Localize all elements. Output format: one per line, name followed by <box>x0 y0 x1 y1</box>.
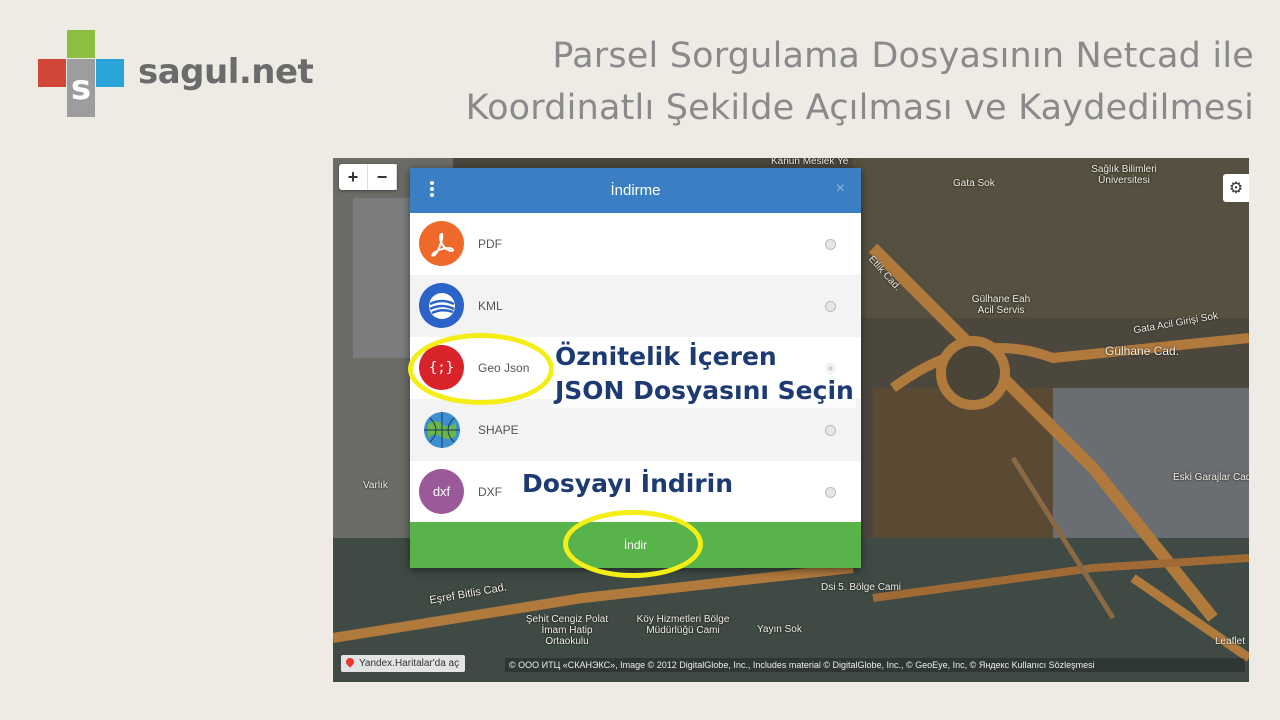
map-label: Köy Hizmetleri Bölge Müdürlüğü Cami <box>636 614 730 636</box>
format-radio[interactable] <box>825 301 836 312</box>
map-label: Gata Sok <box>953 178 995 189</box>
format-label: PDF <box>478 237 502 251</box>
map-label: Varlık <box>363 480 388 491</box>
annotation-select-json: Öznitelik İçeren JSON Dosyasını Seçin <box>553 340 856 408</box>
close-icon[interactable]: × <box>836 180 845 198</box>
logo-square-red <box>38 59 66 87</box>
logo-square-green <box>67 30 95 58</box>
annotation-line-1: Öznitelik İçeren <box>555 342 777 371</box>
title-line-1: Parsel Sorgulama Dosyasının Netcad ile <box>552 36 1254 76</box>
yandex-maps-link[interactable]: Yandex.Haritalar'da aç <box>341 655 466 672</box>
highlight-geojson-ellipse <box>408 333 554 405</box>
dialog-title: İndirme <box>610 182 661 199</box>
dialog-header: İndirme × <box>410 168 861 213</box>
format-option-kml[interactable]: KML <box>410 275 861 337</box>
annotation-line-2: JSON Dosyasını Seçin <box>555 376 854 405</box>
globe-icon <box>419 283 464 328</box>
settings-button[interactable]: ⚙ <box>1223 174 1249 202</box>
zoom-out-button[interactable]: − <box>368 164 397 190</box>
format-label: KML <box>478 299 503 313</box>
sagul-logo: s <box>38 30 124 118</box>
map-label: Eski Garajlar Cad. <box>1173 472 1249 483</box>
map-label: Yayın Sok <box>757 624 802 635</box>
map-label: Dsi 5. Bölge Cami <box>821 582 902 593</box>
shape-globe-icon <box>419 407 464 452</box>
format-option-shape[interactable]: SHAPE <box>410 399 861 461</box>
dxf-icon: dxf <box>419 469 464 514</box>
map-label: Şehit Cengiz Polat İmam Hatip Ortaokulu <box>525 614 609 647</box>
brand-name: sagul.net <box>138 52 314 92</box>
zoom-control: + − <box>339 164 397 190</box>
annotation-download-file: Dosyayı İndirin <box>520 467 736 501</box>
map-pin-icon <box>344 656 356 668</box>
gear-icon: ⚙ <box>1228 180 1244 197</box>
map-label: Leaflet <box>1215 636 1246 647</box>
format-radio[interactable] <box>825 487 836 498</box>
zoom-in-button[interactable]: + <box>339 164 368 190</box>
map-copyright: © ООО ИТЦ «СКАНЭКС», Image © 2012 Digita… <box>505 658 1245 672</box>
highlight-download-ellipse <box>563 510 703 578</box>
logo-square-blue <box>96 59 124 87</box>
pdf-icon <box>419 221 464 266</box>
yandex-link-label: Yandex.Haritalar'da aç <box>359 658 460 669</box>
format-label: SHAPE <box>478 423 519 437</box>
format-radio[interactable] <box>825 239 836 250</box>
format-option-pdf[interactable]: PDF <box>410 213 861 275</box>
format-label: DXF <box>478 485 502 499</box>
format-radio[interactable] <box>825 425 836 436</box>
map-label: Gülhane Eah Acil Servis <box>971 294 1031 316</box>
logo-letter: s <box>67 59 95 117</box>
slide-title: Parsel Sorgulama Dosyasının Netcad ile K… <box>466 30 1254 134</box>
map-label: Gülhane Cad. <box>1105 344 1180 358</box>
title-line-2: Koordinatlı Şekilde Açılması ve Kaydedil… <box>465 88 1254 128</box>
map-label: Kanun Meslek Ye <box>771 158 849 167</box>
map-label: Sağlık Bilimleri Üniversitesi <box>1091 164 1157 186</box>
